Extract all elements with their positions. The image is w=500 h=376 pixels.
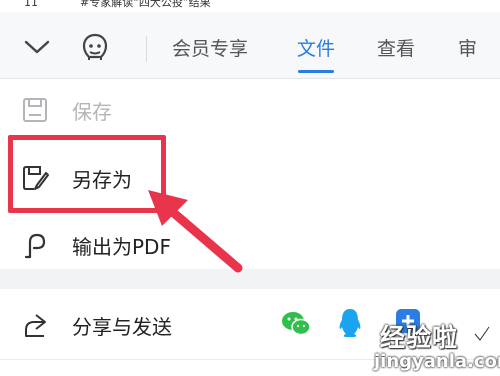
checkmark-icon bbox=[473, 326, 491, 343]
chevron-down-icon bbox=[24, 40, 50, 54]
pointer-arrow-icon bbox=[148, 190, 243, 273]
save-icon bbox=[23, 98, 47, 122]
watermark-brand: 经验啦 bbox=[380, 323, 459, 352]
section-gap bbox=[0, 269, 500, 289]
qq-icon[interactable] bbox=[334, 305, 366, 341]
watermark: 经验啦 jingyanla.com bbox=[370, 318, 500, 374]
tab-file[interactable]: 文件 bbox=[297, 34, 335, 61]
wechat-icon[interactable] bbox=[280, 305, 312, 341]
active-tab-indicator bbox=[298, 70, 334, 73]
assistant-button[interactable] bbox=[78, 30, 112, 64]
tab-view[interactable]: 查看 bbox=[377, 34, 415, 61]
tab-review[interactable]: 审 bbox=[458, 34, 477, 61]
cutoff-title: #专家解读“四大公投”结果 bbox=[80, 0, 211, 9]
menu-item-save[interactable]: 保存 bbox=[0, 79, 500, 139]
share-label: 分享与发送 bbox=[72, 315, 172, 339]
export-pdf-icon bbox=[24, 233, 46, 259]
cutoff-header: 11 #专家解读“四大公投”结果 bbox=[0, 0, 500, 12]
menu-bar: 会员专享 文件 查看 审 bbox=[0, 12, 500, 79]
collapse-button[interactable] bbox=[20, 30, 54, 64]
cutoff-number: 11 bbox=[24, 0, 38, 9]
menu-divider bbox=[146, 36, 147, 62]
menu-item-label: 保存 bbox=[72, 100, 112, 124]
tab-member[interactable]: 会员专享 bbox=[172, 34, 248, 61]
watermark-url: jingyanla.com bbox=[374, 351, 500, 372]
assistant-face-icon bbox=[82, 33, 108, 60]
menu-item-export-pdf[interactable]: 输出为PDF bbox=[0, 214, 500, 274]
share-icon bbox=[25, 314, 46, 337]
